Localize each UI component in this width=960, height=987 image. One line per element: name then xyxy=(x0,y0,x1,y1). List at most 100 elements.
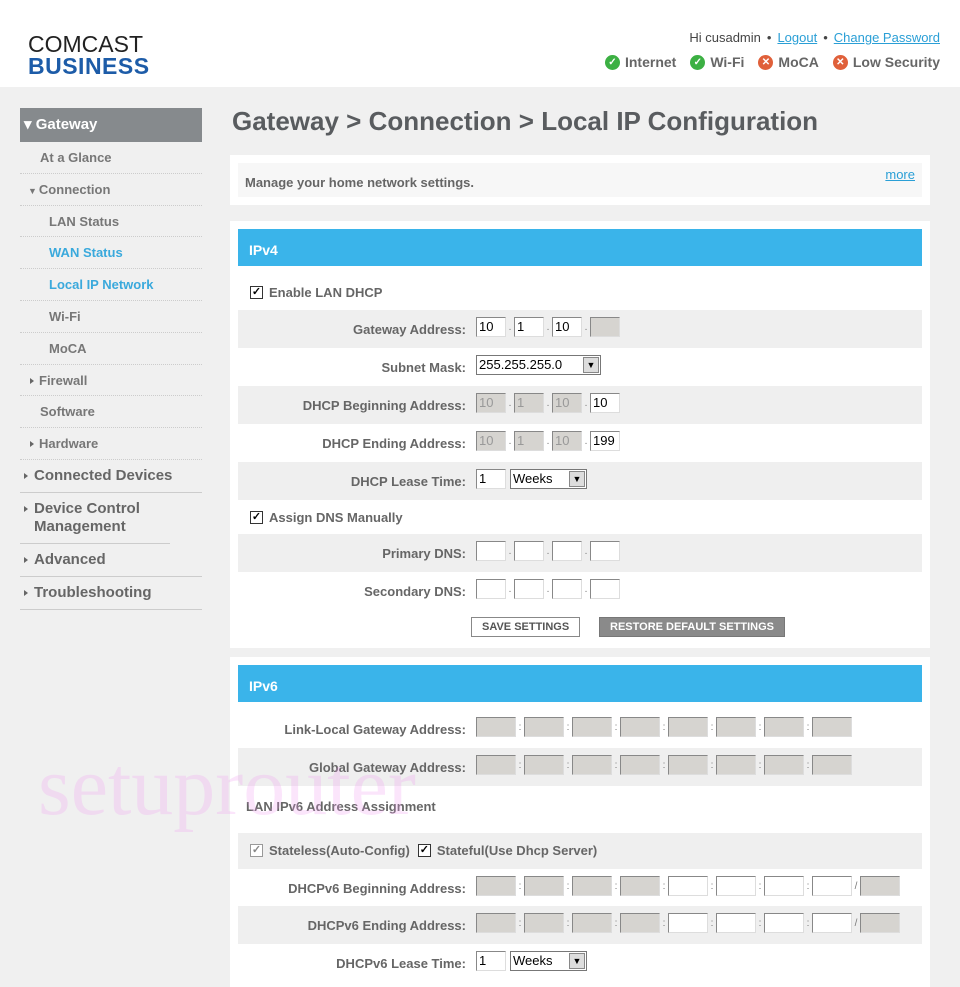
sidebar-item-wi-fi[interactable]: Wi-Fi xyxy=(20,301,202,333)
sidebar-item-local-ip-network[interactable]: Local IP Network xyxy=(20,269,202,301)
dhcp-lease-unit-select[interactable]: Weeks ▼ xyxy=(510,469,587,489)
secondary-dns-octet-1[interactable] xyxy=(476,579,506,599)
greeting: Hi cusadmin xyxy=(689,30,761,45)
gateway-address-octet-3[interactable]: 10 xyxy=(552,317,582,337)
global-gateway-octet-3 xyxy=(572,755,612,775)
dhcp-lease-value[interactable]: 1 xyxy=(476,469,506,489)
link-local-gateway-octet-8 xyxy=(812,717,852,737)
global-gateway-octet-4 xyxy=(620,755,660,775)
dhcpv6-lease-value[interactable]: 1 xyxy=(476,951,506,971)
dhcpv6-end-octet-6[interactable] xyxy=(716,913,756,933)
status-wi-fi: ✓ Wi-Fi xyxy=(690,54,744,70)
global-gateway-octet-1 xyxy=(476,755,516,775)
sidebar-label: Wi-Fi xyxy=(49,308,81,324)
dhcpv6-end-label: DHCPv6 Ending Address: xyxy=(307,918,466,933)
stateless-checkbox: ✓ xyxy=(250,844,263,857)
link-local-gateway-octet-3 xyxy=(572,717,612,737)
dhcpv6-end-octet-3 xyxy=(572,913,612,933)
dhcpv6-lease-label: DHCPv6 Lease Time: xyxy=(336,956,466,971)
selected-value: Weeks xyxy=(513,471,553,486)
dhcp-begin-octet-2: 1 xyxy=(514,393,544,413)
chevron-down-icon: ▼ xyxy=(569,471,585,487)
dhcpv6-begin-octet-6[interactable] xyxy=(716,876,756,896)
lan-ipv6-assignment-label: LAN IPv6 Address Assignment xyxy=(246,799,436,814)
ipv4-panel: IPv4 ✓ Enable LAN DHCP Gateway Address: 10… xyxy=(230,221,930,648)
sidebar-item-moca[interactable]: MoCA xyxy=(20,333,202,365)
intro-panel: Manage your home network settings. more xyxy=(230,155,930,205)
dhcpv6-begin-octet-7[interactable] xyxy=(764,876,804,896)
selected-value: 255.255.255.0 xyxy=(479,357,563,372)
ipv6-header: IPv6 xyxy=(238,665,922,702)
x-circle-icon: ✕ xyxy=(758,54,774,70)
secondary-dns-octet-3[interactable] xyxy=(552,579,582,599)
logout-link[interactable]: Logout xyxy=(777,30,817,45)
sidebar-label: WAN Status xyxy=(49,245,123,261)
sidebar-label: Advanced xyxy=(34,550,106,568)
secondary-dns-octet-2[interactable] xyxy=(514,579,544,599)
dhcpv6-end-octet-7[interactable] xyxy=(764,913,804,933)
dhcp-end-octet-4[interactable]: 199 xyxy=(590,431,620,451)
dhcp-end-octet-2: 1 xyxy=(514,431,544,451)
check-circle-icon: ✓ xyxy=(690,54,706,70)
sidebar-section-device-control-management[interactable]: Device Control Management xyxy=(20,493,170,544)
primary-dns-octet-3[interactable] xyxy=(552,541,582,561)
sidebar-label: Troubleshooting xyxy=(34,583,152,601)
status-label: Internet xyxy=(624,54,677,70)
dhcpv6-lease-unit-select[interactable]: Weeks ▼ xyxy=(510,951,587,971)
save-settings-button[interactable]: SAVE SETTINGS xyxy=(471,617,581,637)
link-local-gateway-octet-1 xyxy=(476,717,516,737)
primary-dns-octet-2[interactable] xyxy=(514,541,544,561)
status-label: MoCA xyxy=(778,54,819,70)
global-gateway-octet-7 xyxy=(764,755,804,775)
change-password-link[interactable]: Change Password xyxy=(834,30,940,45)
dhcpv6-end-octet-1 xyxy=(476,913,516,933)
sidebar-section-troubleshooting[interactable]: Troubleshooting xyxy=(20,577,202,610)
dhcpv6-begin-octet-5[interactable] xyxy=(668,876,708,896)
sidebar: ▾ Gateway At a Glance ▼ Connection LAN Stat… xyxy=(20,108,202,610)
dhcpv6-begin-label: DHCPv6 Beginning Address: xyxy=(288,881,466,896)
more-link[interactable]: more xyxy=(885,167,915,182)
link-local-gateway-octet-7 xyxy=(764,717,804,737)
dhcpv6-end-octet-5[interactable] xyxy=(668,913,708,933)
sidebar-item-at-a-glance[interactable]: At a Glance xyxy=(20,142,202,174)
user-bar: Hi cusadmin • Logout • Change Password xyxy=(689,30,940,45)
sidebar-item-hardware[interactable]: Hardware xyxy=(20,428,202,460)
enable-dhcp-label: Enable LAN DHCP xyxy=(269,285,383,300)
sidebar-label: LAN Status xyxy=(49,213,120,229)
sidebar-item-software[interactable]: Software xyxy=(20,396,202,429)
gateway-address-octet-1[interactable]: 10 xyxy=(476,317,506,337)
primary-dns-octet-4[interactable] xyxy=(590,541,620,561)
sidebar-item-wan-status[interactable]: WAN Status xyxy=(20,237,202,270)
primary-dns-label: Primary DNS: xyxy=(382,546,466,561)
primary-dns-octet-1[interactable] xyxy=(476,541,506,561)
gateway-address-octet-2[interactable]: 1 xyxy=(514,317,544,337)
sidebar-label: MoCA xyxy=(49,340,87,356)
sidebar-item-gateway[interactable]: ▾ Gateway xyxy=(20,108,202,142)
dhcpv6-begin-octet-8[interactable] xyxy=(812,876,852,896)
dhcpv6-end-octet-8[interactable] xyxy=(812,913,852,933)
sidebar-label: At a Glance xyxy=(40,150,112,165)
dhcp-end-octet-1: 10 xyxy=(476,431,506,451)
sidebar-item-lan-status[interactable]: LAN Status xyxy=(20,206,202,238)
sidebar-section-advanced[interactable]: Advanced xyxy=(20,544,202,577)
dhcp-begin-octet-3: 10 xyxy=(552,393,582,413)
stateful-checkbox[interactable]: ✓ xyxy=(417,844,431,857)
link-local-gateway-octet-5 xyxy=(668,717,708,737)
dhcp-begin-octet-4[interactable]: 10 xyxy=(590,393,620,413)
sidebar-item-firewall[interactable]: Firewall xyxy=(20,365,202,397)
dhcpv6-end-octet-9 xyxy=(860,913,900,933)
gateway-address-octet-4 xyxy=(590,317,620,337)
logo-business: BUSINESS xyxy=(28,53,150,79)
restore-default-button[interactable]: RESTORE DEFAULT SETTINGS xyxy=(599,617,785,637)
status-label: Wi-Fi xyxy=(710,54,745,70)
subnet-mask-select[interactable]: 255.255.255.0 ▼ xyxy=(476,355,601,375)
check-circle-icon: ✓ xyxy=(604,54,620,70)
secondary-dns-octet-4[interactable] xyxy=(590,579,620,599)
sidebar-section-connected-devices[interactable]: Connected Devices xyxy=(20,460,202,493)
chevron-down-icon: ▼ xyxy=(569,953,585,969)
sidebar-label: Gateway xyxy=(35,116,98,133)
assign-dns-checkbox[interactable]: ✓ xyxy=(250,511,263,524)
chevron-down-icon: ▼ xyxy=(583,357,599,373)
sidebar-item-connection[interactable]: ▼ Connection xyxy=(20,174,202,206)
enable-dhcp-checkbox[interactable]: ✓ xyxy=(250,286,263,299)
